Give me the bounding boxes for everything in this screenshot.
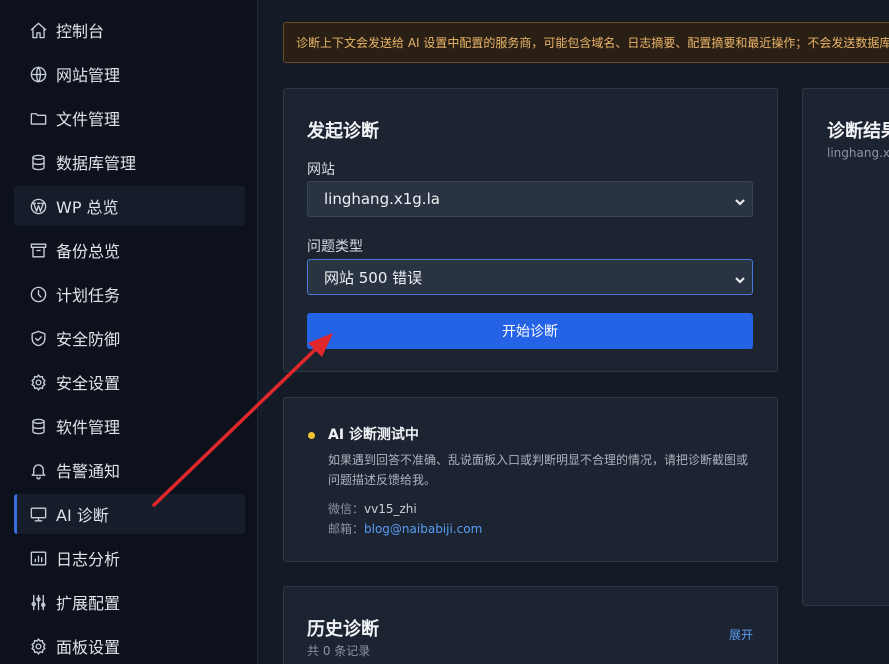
gear-icon xyxy=(28,372,48,392)
problem-type-select[interactable]: 网站 500 错误 xyxy=(307,259,753,295)
beta-title: AI 诊断测试中 xyxy=(328,427,419,443)
sidebar-item-label: 软件管理 xyxy=(56,418,121,437)
status-dot xyxy=(308,432,315,439)
history-card: 历史诊断 共 0 条记录 展开 xyxy=(283,586,778,664)
sidebar-item-label: 日志分析 xyxy=(56,550,121,569)
sidebar-item-label: 告警通知 xyxy=(56,462,121,481)
result-title: 诊断结果 xyxy=(827,121,889,142)
site-select-value: linghang.x1g.la xyxy=(324,190,440,208)
sliders-icon xyxy=(28,592,48,612)
sidebar-item-security-defense[interactable]: 安全防御 xyxy=(14,318,245,358)
sidebar-item-security-settings[interactable]: 安全设置 xyxy=(14,362,245,402)
sidebar-item-ai-diagnosis[interactable]: AI 诊断 xyxy=(14,494,245,534)
sidebar-item-label: WP 总览 xyxy=(56,198,119,217)
settings-icon xyxy=(28,636,48,656)
chart-icon xyxy=(28,548,48,568)
sidebar-item-label: 安全防御 xyxy=(56,330,121,349)
sidebar-item-label: 控制台 xyxy=(56,22,105,41)
stack-icon xyxy=(28,416,48,436)
beta-description-line1: 如果遇到回答不准确、乱说面板入口或判断明显不合理的情况，请把诊断截图或 xyxy=(328,453,749,467)
sidebar-item-label: 面板设置 xyxy=(56,638,121,657)
email-label: 邮箱： xyxy=(328,522,365,536)
chevron-down-icon xyxy=(734,194,746,206)
notice-text: 诊断上下文会发送给 AI 设置中配置的服务商，可能包含域名、日志摘要、配置摘要和… xyxy=(296,36,889,50)
sidebar-item-files[interactable]: 文件管理 xyxy=(14,98,245,138)
privacy-notice: 诊断上下文会发送给 AI 设置中配置的服务商，可能包含域名、日志摘要、配置摘要和… xyxy=(283,22,889,63)
beta-description-line2: 问题描述反馈给我。 xyxy=(328,473,437,487)
home-icon xyxy=(28,20,48,40)
archive-icon xyxy=(28,240,48,260)
database-icon xyxy=(28,152,48,172)
folder-icon xyxy=(28,108,48,128)
site-select[interactable]: linghang.x1g.la xyxy=(307,181,753,217)
sidebar: 控制台 网站管理 文件管理 数据库管理 WP 总览 备份总览 计划任务 安全防御… xyxy=(0,0,258,664)
sidebar-item-label: 扩展配置 xyxy=(56,594,121,613)
diagnosis-result-card: 诊断结果 linghang.x1 xyxy=(802,88,889,606)
chevron-down-icon xyxy=(734,272,746,284)
start-diagnosis-button[interactable]: 开始诊断 xyxy=(307,313,753,349)
sidebar-item-log-analysis[interactable]: 日志分析 xyxy=(14,538,245,578)
history-count: 共 0 条记录 xyxy=(307,644,371,658)
sidebar-item-label: AI 诊断 xyxy=(56,506,109,525)
sidebar-item-databases[interactable]: 数据库管理 xyxy=(14,142,245,182)
wordpress-icon xyxy=(28,196,48,216)
wechat-value: vv15_zhi xyxy=(364,502,417,516)
shield-icon xyxy=(28,328,48,348)
email-row: 邮箱：blog@naibabiji.com xyxy=(328,519,482,539)
wechat-row: 微信：vv15_zhi xyxy=(328,499,417,519)
bell-icon xyxy=(28,460,48,480)
sidebar-item-software[interactable]: 软件管理 xyxy=(14,406,245,446)
sidebar-item-label: 安全设置 xyxy=(56,374,121,393)
expand-history-button[interactable]: 展开 xyxy=(729,625,753,645)
monitor-icon xyxy=(28,504,48,524)
start-diagnosis-title: 发起诊断 xyxy=(307,121,379,142)
sidebar-item-label: 数据库管理 xyxy=(56,154,137,173)
wechat-label: 微信： xyxy=(328,502,365,516)
email-link[interactable]: blog@naibabiji.com xyxy=(364,522,482,536)
beta-info-card: AI 诊断测试中 如果遇到回答不准确、乱说面板入口或判断明显不合理的情况，请把诊… xyxy=(283,397,778,562)
sidebar-item-label: 备份总览 xyxy=(56,242,121,261)
problem-type-label: 问题类型 xyxy=(307,239,363,255)
site-label: 网站 xyxy=(307,162,335,178)
history-title: 历史诊断 xyxy=(307,619,379,640)
sidebar-item-panel-settings[interactable]: 面板设置 xyxy=(14,626,245,664)
clock-icon xyxy=(28,284,48,304)
globe-icon xyxy=(28,64,48,84)
sidebar-item-alerts[interactable]: 告警通知 xyxy=(14,450,245,490)
sidebar-item-extensions[interactable]: 扩展配置 xyxy=(14,582,245,622)
sidebar-item-label: 网站管理 xyxy=(56,66,121,85)
sidebar-item-websites[interactable]: 网站管理 xyxy=(14,54,245,94)
start-diagnosis-card: 发起诊断 网站 linghang.x1g.la 问题类型 网站 500 错误 开… xyxy=(283,88,778,372)
result-subtitle: linghang.x1 xyxy=(827,146,889,160)
sidebar-item-backups[interactable]: 备份总览 xyxy=(14,230,245,270)
problem-type-value: 网站 500 错误 xyxy=(324,268,423,287)
sidebar-item-label: 计划任务 xyxy=(56,286,121,305)
sidebar-item-wp-overview[interactable]: WP 总览 xyxy=(14,186,245,226)
sidebar-item-cron[interactable]: 计划任务 xyxy=(14,274,245,314)
sidebar-item-dashboard[interactable]: 控制台 xyxy=(14,10,245,50)
sidebar-item-label: 文件管理 xyxy=(56,110,121,129)
